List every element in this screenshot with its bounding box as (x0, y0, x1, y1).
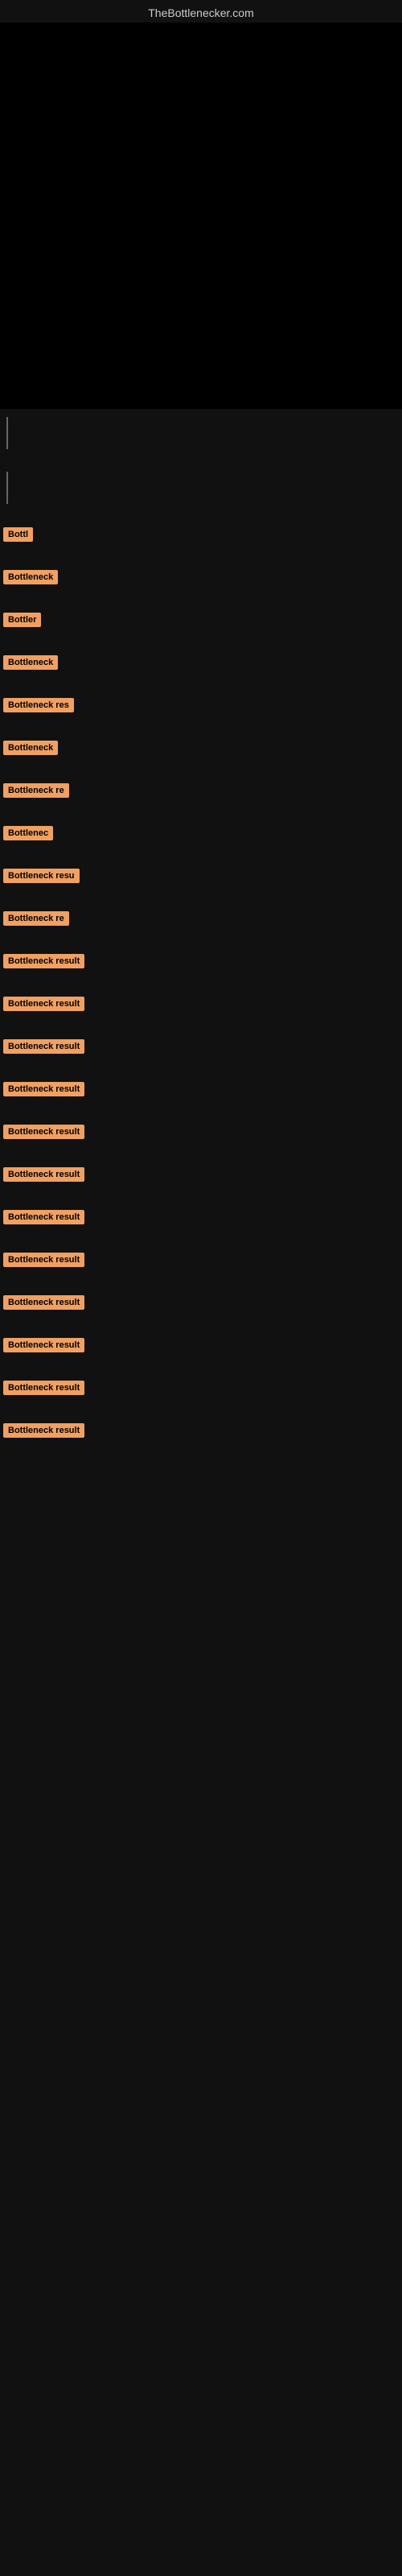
bottleneck-result-badge[interactable]: Bottleneck result (3, 1125, 84, 1139)
item-spacer (0, 1316, 402, 1331)
list-item[interactable]: Bottlenec (0, 824, 402, 842)
bottleneck-result-badge[interactable]: Bottleneck result (3, 1167, 84, 1182)
list-item[interactable]: Bottleneck re (0, 909, 402, 927)
item-spacer (0, 932, 402, 947)
list-item[interactable]: Bottleneck result (0, 1208, 402, 1226)
item-spacer (0, 591, 402, 605)
bottleneck-result-badge[interactable]: Bottler (3, 613, 41, 627)
bottleneck-result-badge[interactable]: Bottleneck resu (3, 869, 80, 883)
top-black-area (0, 23, 402, 409)
item-spacer (0, 1231, 402, 1245)
item-spacer (0, 1359, 402, 1373)
item-spacer (0, 1103, 402, 1117)
list-item[interactable]: Bottleneck result (0, 1293, 402, 1311)
list-item[interactable]: Bottleneck result (0, 1037, 402, 1055)
list-item[interactable]: Bottler (0, 610, 402, 629)
item-spacer (0, 1060, 402, 1075)
list-item[interactable]: Bottleneck (0, 653, 402, 671)
bottleneck-result-badge[interactable]: Bottleneck re (3, 911, 69, 926)
divider-line-1 (6, 417, 8, 449)
item-spacer (0, 1018, 402, 1032)
item-spacer (0, 1444, 402, 1459)
bottleneck-result-badge[interactable]: Bottleneck result (3, 997, 84, 1011)
list-item[interactable]: Bottleneck result (0, 1335, 402, 1354)
item-spacer (0, 1188, 402, 1203)
bottleneck-result-badge[interactable]: Bottleneck result (3, 1423, 84, 1438)
item-spacer (0, 719, 402, 733)
list-item[interactable]: Bottleneck result (0, 1080, 402, 1098)
item-spacer (0, 890, 402, 904)
item-spacer (0, 804, 402, 819)
spacer-1 (0, 457, 402, 464)
list-item[interactable]: Bottl (0, 525, 402, 543)
bottleneck-result-badge[interactable]: Bottleneck result (3, 1295, 84, 1310)
item-spacer (0, 676, 402, 691)
item-spacer (0, 1402, 402, 1416)
item-spacer (0, 634, 402, 648)
bottleneck-result-badge[interactable]: Bottlenec (3, 826, 53, 840)
bottleneck-result-badge[interactable]: Bottleneck result (3, 1381, 84, 1395)
main-content: TheBottlenecker.com BottlBottleneckBottl… (0, 0, 402, 2576)
bottleneck-result-badge[interactable]: Bottleneck (3, 655, 58, 670)
list-item[interactable]: Bottleneck (0, 738, 402, 757)
bottleneck-result-badge[interactable]: Bottleneck result (3, 1082, 84, 1096)
divider-line-2 (6, 472, 8, 504)
item-spacer (0, 975, 402, 989)
item-spacer (0, 1274, 402, 1288)
list-item[interactable]: Bottleneck result (0, 1378, 402, 1397)
item-spacer (0, 847, 402, 861)
bottleneck-result-badge[interactable]: Bottleneck re (3, 783, 69, 798)
bottleneck-result-badge[interactable]: Bottleneck result (3, 1210, 84, 1224)
bottleneck-result-badge[interactable]: Bottleneck (3, 570, 58, 584)
bottleneck-result-badge[interactable]: Bottl (3, 527, 33, 542)
bottleneck-result-badge[interactable]: Bottleneck result (3, 1253, 84, 1267)
list-item[interactable]: Bottleneck re (0, 781, 402, 799)
site-title: TheBottlenecker.com (0, 0, 402, 23)
bottleneck-result-badge[interactable]: Bottleneck result (3, 1039, 84, 1054)
item-spacer (0, 762, 402, 776)
results-container: Bottl Bottleneck Bottler Bottleneck Bottlene… (0, 512, 402, 1467)
list-item[interactable]: Bottleneck (0, 568, 402, 586)
list-item[interactable]: Bottleneck result (0, 1421, 402, 1439)
bottleneck-result-badge[interactable]: Bottleneck result (3, 954, 84, 968)
list-item[interactable]: Bottleneck resu (0, 866, 402, 885)
item-spacer (0, 1146, 402, 1160)
list-item[interactable]: Bottleneck result (0, 994, 402, 1013)
list-item[interactable]: Bottleneck result (0, 1122, 402, 1141)
list-item[interactable]: Bottleneck result (0, 1250, 402, 1269)
list-item[interactable]: Bottleneck result (0, 1165, 402, 1183)
list-item[interactable]: Bottleneck result (0, 952, 402, 970)
list-item[interactable]: Bottleneck res (0, 696, 402, 714)
bottleneck-result-badge[interactable]: Bottleneck res (3, 698, 74, 712)
bottleneck-result-badge[interactable]: Bottleneck (3, 741, 58, 755)
item-spacer (0, 548, 402, 563)
bottleneck-result-badge[interactable]: Bottleneck result (3, 1338, 84, 1352)
